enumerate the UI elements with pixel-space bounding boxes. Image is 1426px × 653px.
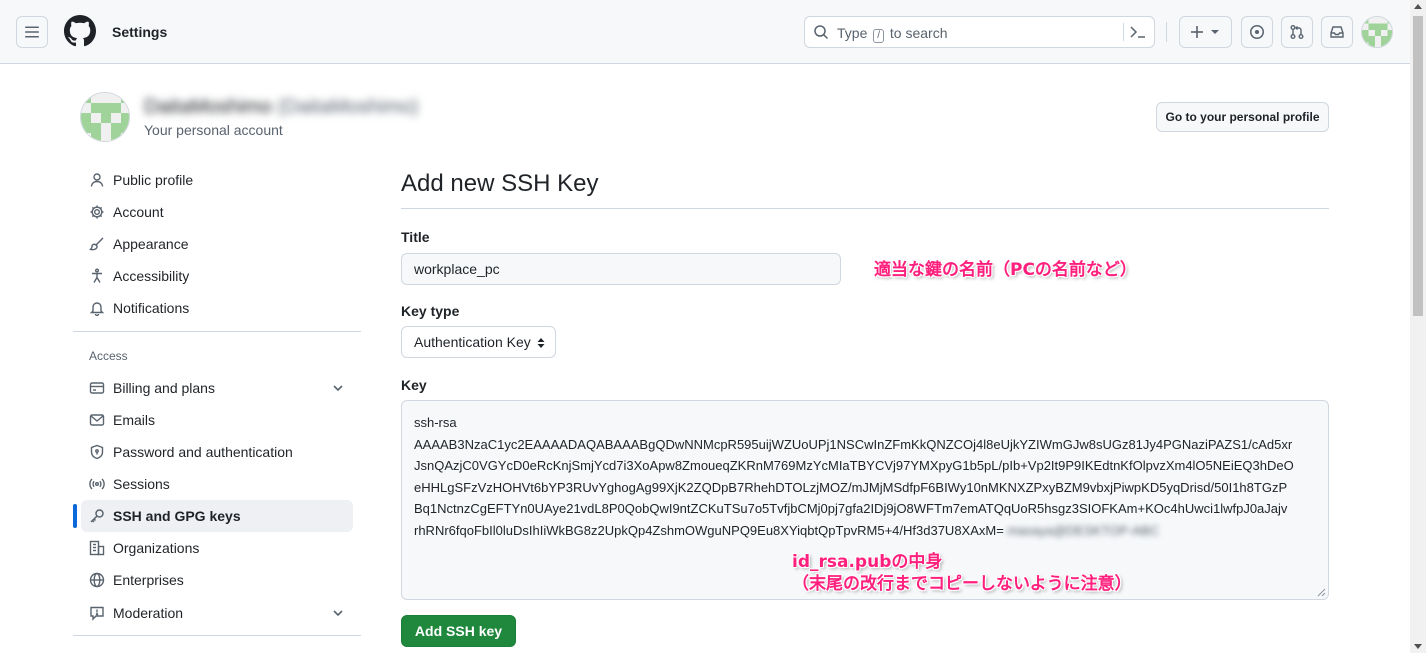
title-divider	[401, 208, 1329, 209]
scroll-up-arrow-icon[interactable]	[1414, 4, 1422, 9]
sidebar-item-sessions[interactable]: Sessions	[81, 468, 353, 500]
report-icon	[89, 605, 105, 621]
search-icon	[814, 25, 829, 40]
shield-lock-icon	[89, 444, 105, 460]
paintbrush-icon	[89, 236, 105, 252]
sidebar-divider	[73, 635, 361, 636]
account-name: DaitaMoshimo (DaitaMoshimo)	[144, 96, 419, 118]
sidebar-item-moderation[interactable]: Moderation	[81, 597, 353, 629]
search-input[interactable]: Type / to search	[804, 16, 1155, 48]
key-line: Bq1NctnzCgEFTYn0UAye21vdL8P0QobQwI9ntZCK…	[414, 501, 1288, 516]
scroll-down-arrow-icon[interactable]	[1414, 644, 1422, 649]
select-arrows-icon	[537, 338, 545, 348]
sidebar-item-enterprises[interactable]: Enterprises	[81, 564, 353, 596]
create-new-button[interactable]	[1179, 16, 1232, 48]
go-to-profile-button[interactable]: Go to your personal profile	[1156, 102, 1329, 132]
key-comment-redacted: masaya@DESKTOP-ABC	[1007, 522, 1160, 538]
plus-icon	[1190, 26, 1203, 38]
sidebar-item-notifications[interactable]: Notifications	[81, 292, 353, 324]
sidebar-divider	[73, 331, 361, 332]
sidebar-item-accessibility[interactable]: Accessibility	[81, 260, 353, 292]
globe-icon	[89, 572, 105, 588]
header-separator	[1166, 22, 1167, 42]
chevron-down-icon[interactable]	[331, 606, 345, 620]
page-title: Add new SSH Key	[401, 170, 599, 197]
search-placeholder: Type / to search	[837, 25, 948, 43]
key-line: eHHLgSFzVzHOHVt6bYP3RUvYghogAg99XjK2ZQDp…	[414, 479, 1288, 495]
key-label: Key	[401, 377, 427, 393]
chevron-down-icon[interactable]	[331, 381, 345, 395]
title-annotation: 適当な鍵の名前（PCの名前など）	[874, 260, 1137, 280]
key-line: JsnQAzjC0VGYcD0eRcKnjSmjYcd7i3XoApw8Zmou…	[414, 458, 1294, 473]
sidebar-item-emails[interactable]: Emails	[81, 404, 353, 436]
key-type-select[interactable]: Authentication Key	[401, 326, 556, 358]
title-label: Title	[401, 229, 430, 245]
page-scrollbar[interactable]	[1410, 0, 1426, 653]
title-input[interactable]: workplace_pc	[401, 253, 841, 285]
caret-down-icon	[1210, 30, 1219, 34]
menu-button[interactable]	[16, 16, 48, 48]
active-indicator	[73, 504, 77, 528]
pull-requests-button[interactable]	[1281, 16, 1313, 48]
sidebar-item-appearance[interactable]: Appearance	[81, 228, 353, 260]
sidebar-item-ssh-gpg-keys[interactable]: SSH and GPG keys	[81, 500, 353, 532]
accessibility-icon	[89, 268, 105, 284]
sidebar-item-password-auth[interactable]: Password and authentication	[81, 436, 353, 468]
gear-icon	[89, 204, 105, 220]
slash-kbd-hint: /	[873, 29, 885, 43]
mail-icon	[89, 412, 105, 428]
issue-opened-icon	[1250, 25, 1264, 39]
key-type-label: Key type	[401, 303, 460, 319]
account-subtitle: Your personal account	[144, 122, 283, 138]
person-icon	[89, 172, 105, 188]
issues-button[interactable]	[1241, 16, 1273, 48]
sidebar-item-public-profile[interactable]: Public profile	[81, 164, 353, 196]
sidebar-item-organizations[interactable]: Organizations	[81, 532, 353, 564]
git-pull-request-icon	[1290, 25, 1304, 39]
command-palette-icon[interactable]	[1129, 24, 1147, 40]
user-avatar[interactable]	[1361, 16, 1393, 48]
key-icon	[89, 508, 105, 524]
inbox-icon	[1330, 26, 1344, 38]
sidebar-heading-access: Access	[89, 349, 128, 363]
key-line: rhRNr6fqoFbIl0luDsIhIiWkBG8z2UpkQp4ZshmO…	[414, 522, 1160, 538]
page-context-title: Settings	[112, 24, 168, 40]
search-divider	[1123, 23, 1124, 41]
sidebar-item-billing[interactable]: Billing and plans	[81, 372, 353, 404]
github-logo-icon[interactable]	[64, 15, 96, 47]
key-line: AAAAB3NzaC1yc2EAAAADAQABAAABgQDwNNMcpR59…	[414, 436, 1293, 452]
bell-icon	[89, 300, 105, 316]
add-ssh-key-button[interactable]: Add SSH key	[401, 615, 516, 647]
global-header: Settings Type / to search	[0, 0, 1410, 64]
key-line: ssh-rsa	[414, 415, 457, 430]
scrollbar-thumb[interactable]	[1413, 16, 1423, 316]
organization-icon	[89, 540, 105, 556]
broadcast-icon	[89, 476, 105, 492]
account-avatar	[80, 92, 130, 142]
key-annotation-line2: （末尾の改行までコピーしないように注意）	[792, 574, 1132, 594]
inbox-button[interactable]	[1321, 16, 1353, 48]
hamburger-icon	[25, 26, 39, 38]
sidebar-item-account[interactable]: Account	[81, 196, 353, 228]
resize-handle-icon[interactable]	[1316, 587, 1326, 597]
credit-card-icon	[89, 380, 105, 396]
